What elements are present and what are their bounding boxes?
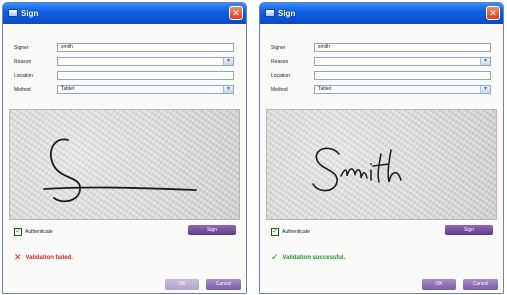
authenticate-label: Authenticate bbox=[25, 229, 53, 235]
chevron-down-icon[interactable]: ▾ bbox=[480, 86, 490, 93]
method-label: Method bbox=[271, 87, 288, 93]
signature-pad[interactable] bbox=[266, 109, 497, 220]
x-mark-icon: ✕ bbox=[14, 252, 22, 262]
window-icon bbox=[265, 9, 275, 17]
method-label: Method bbox=[14, 87, 31, 93]
chevron-down-icon[interactable]: ▾ bbox=[223, 58, 233, 65]
checkmark-icon: ✓ bbox=[271, 252, 279, 262]
close-button[interactable]: ✕ bbox=[229, 6, 243, 20]
signer-label: Signer bbox=[14, 45, 29, 51]
validation-status: ✓ Validation successful. bbox=[271, 253, 345, 262]
ok-button[interactable]: OK bbox=[165, 279, 199, 290]
title-bar[interactable]: Sign ✕ bbox=[3, 3, 246, 24]
location-label: Location bbox=[14, 73, 33, 79]
location-label: Location bbox=[271, 73, 290, 79]
reason-label: Reason bbox=[271, 59, 289, 65]
dialog-title: Sign bbox=[278, 9, 296, 18]
ok-button[interactable]: OK bbox=[422, 279, 456, 290]
window-icon bbox=[8, 9, 18, 17]
signer-field[interactable]: smith bbox=[57, 43, 234, 52]
reason-select[interactable]: ▾ bbox=[314, 57, 491, 66]
chevron-down-icon[interactable]: ▾ bbox=[223, 86, 233, 93]
signature-pad[interactable] bbox=[9, 109, 240, 220]
close-icon: ✕ bbox=[232, 8, 240, 18]
dialog-title: Sign bbox=[21, 9, 39, 18]
checkmark-icon: ✓ bbox=[15, 228, 21, 235]
cancel-button[interactable]: Cancel bbox=[206, 279, 241, 290]
signature-stroke bbox=[43, 138, 197, 203]
title-bar[interactable]: Sign ✕ bbox=[260, 3, 503, 24]
sign-dialog-success: Sign ✕ Signer smith Reason ▾ Location Me… bbox=[259, 2, 504, 294]
cancel-button[interactable]: Cancel bbox=[463, 279, 498, 290]
status-text: Validation successful. bbox=[282, 255, 346, 261]
chevron-down-icon[interactable]: ▾ bbox=[480, 58, 490, 65]
method-value: Tablet bbox=[61, 86, 75, 92]
signer-label: Signer bbox=[271, 45, 286, 51]
validation-status: ✕ Validation failed. bbox=[14, 253, 73, 262]
method-value: Tablet bbox=[318, 86, 332, 92]
location-field[interactable] bbox=[57, 71, 234, 80]
signature-stroke bbox=[312, 147, 402, 192]
signer-field[interactable]: smith bbox=[314, 43, 491, 52]
authenticate-checkbox[interactable]: ✓ bbox=[271, 228, 279, 236]
sign-button[interactable]: Sign bbox=[188, 225, 236, 235]
authenticate-checkbox[interactable]: ✓ bbox=[14, 228, 22, 236]
sign-button[interactable]: Sign bbox=[445, 225, 493, 235]
close-icon: ✕ bbox=[489, 8, 497, 18]
authenticate-label: Authenticate bbox=[282, 229, 310, 235]
reason-select[interactable]: ▾ bbox=[57, 57, 234, 66]
sign-dialog-failed: Sign ✕ Signer smith Reason ▾ Location Me… bbox=[2, 2, 247, 294]
method-select[interactable]: Tablet ▾ bbox=[314, 85, 491, 94]
close-button[interactable]: ✕ bbox=[486, 6, 500, 20]
checkmark-icon: ✓ bbox=[272, 228, 278, 235]
location-field[interactable] bbox=[314, 71, 491, 80]
reason-label: Reason bbox=[14, 59, 32, 65]
status-text: Validation failed. bbox=[25, 255, 73, 261]
method-select[interactable]: Tablet ▾ bbox=[57, 85, 234, 94]
